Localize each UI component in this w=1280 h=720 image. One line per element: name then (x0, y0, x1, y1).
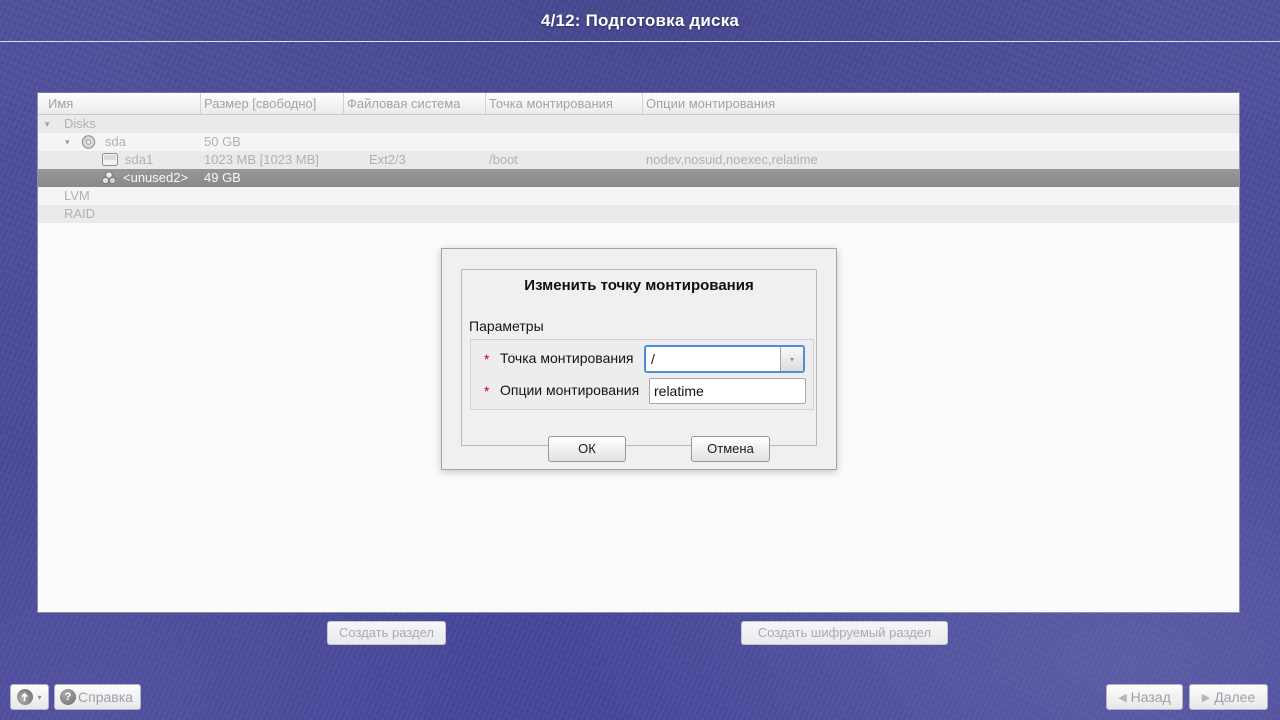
disk-icon (81, 135, 96, 149)
table-rows: ▾ Disks ▾ sda 50 GB sda1 1023 M (38, 115, 1239, 223)
next-button[interactable]: ▶ Далее (1189, 684, 1268, 710)
required-marker: * (484, 351, 489, 367)
expander-icon[interactable]: ▾ (45, 115, 50, 133)
help-icon: ? (60, 689, 76, 705)
next-arrow-icon: ▶ (1202, 691, 1210, 704)
parameters-form: * Точка монтирования ▾ * Опции монтирова… (470, 339, 814, 410)
required-marker: * (484, 383, 489, 399)
back-button[interactable]: ◀ Назад (1106, 684, 1183, 710)
device-size: 50 GB (204, 133, 241, 151)
ok-button[interactable]: ОК (548, 436, 626, 462)
mountpoint-field-label: Точка монтирования (500, 350, 634, 366)
table-row-unused-selected[interactable]: <unused2> 49 GB (38, 169, 1239, 187)
create-encrypted-partition-button[interactable]: Создать шифруемый раздел (741, 621, 948, 645)
mountpoint-input[interactable] (646, 347, 780, 371)
wizard-header: 4/12: Подготовка диска (0, 0, 1280, 42)
expander-icon[interactable]: ▾ (65, 133, 70, 151)
group-label-raid: RAID (64, 205, 95, 223)
help-button-label: Справка (78, 689, 133, 705)
dialog-title: Изменить точку монтирования (462, 277, 816, 294)
group-label-disks: Disks (64, 115, 96, 133)
chevron-down-icon: ▾ (37, 693, 41, 702)
table-row-disks[interactable]: ▾ Disks (38, 115, 1239, 133)
next-button-label: Далее (1214, 689, 1255, 705)
table-row-raid[interactable]: RAID (38, 205, 1239, 223)
partition-options: nodev,nosuid,noexec,relatime (646, 151, 818, 169)
partition-filesystem: Ext2/3 (369, 151, 406, 169)
partition-name: sda1 (125, 151, 153, 169)
partition-size: 1023 MB [1023 MB] (204, 151, 319, 169)
create-partition-button[interactable]: Создать раздел (327, 621, 446, 645)
mountpoint-dialog-frame: Изменить точку монтирования Параметры * … (461, 269, 817, 446)
partition-icon (102, 153, 118, 166)
installer-window: 4/12: Подготовка диска Имя Размер [свобо… (0, 0, 1280, 720)
mount-options-input[interactable] (649, 378, 806, 404)
partition-mountpoint: /boot (489, 151, 518, 169)
free-space-size: 49 GB (204, 169, 241, 187)
column-header-mountpoint[interactable]: Точка монтирования (486, 93, 643, 114)
back-button-label: Назад (1131, 689, 1171, 705)
back-arrow-icon: ◀ (1118, 691, 1126, 704)
table-header: Имя Размер [свободно] Файловая система Т… (38, 93, 1239, 115)
column-header-filesystem[interactable]: Файловая система (344, 93, 486, 114)
free-space-name: <unused2> (123, 169, 188, 187)
help-button[interactable]: ? Справка (54, 684, 141, 710)
table-row-sda[interactable]: ▾ sda 50 GB (38, 133, 1239, 151)
cancel-button[interactable]: Отмена (691, 436, 770, 462)
group-label-lvm: LVM (64, 187, 90, 205)
parameters-section-label: Параметры (469, 318, 544, 334)
options-field-label: Опции монтирования (500, 382, 639, 398)
column-header-size[interactable]: Размер [свободно] (201, 93, 344, 114)
chevron-down-icon: ▾ (790, 355, 794, 364)
column-header-options[interactable]: Опции монтирования (643, 93, 1239, 114)
up-arrow-icon: ➔ (17, 689, 33, 705)
mountpoint-dialog: Изменить точку монтирования Параметры * … (441, 248, 837, 470)
release-notes-menu-button[interactable]: ➔ ▾ (10, 684, 49, 710)
column-header-name[interactable]: Имя (38, 93, 201, 114)
page-title: 4/12: Подготовка диска (541, 11, 739, 31)
combobox-dropdown-button[interactable]: ▾ (780, 347, 803, 371)
free-space-icon (101, 171, 117, 185)
table-row-sda1[interactable]: sda1 1023 MB [1023 MB] Ext2/3 /boot node… (38, 151, 1239, 169)
mountpoint-combobox[interactable]: ▾ (644, 345, 805, 373)
device-name: sda (105, 133, 126, 151)
table-row-lvm[interactable]: LVM (38, 187, 1239, 205)
